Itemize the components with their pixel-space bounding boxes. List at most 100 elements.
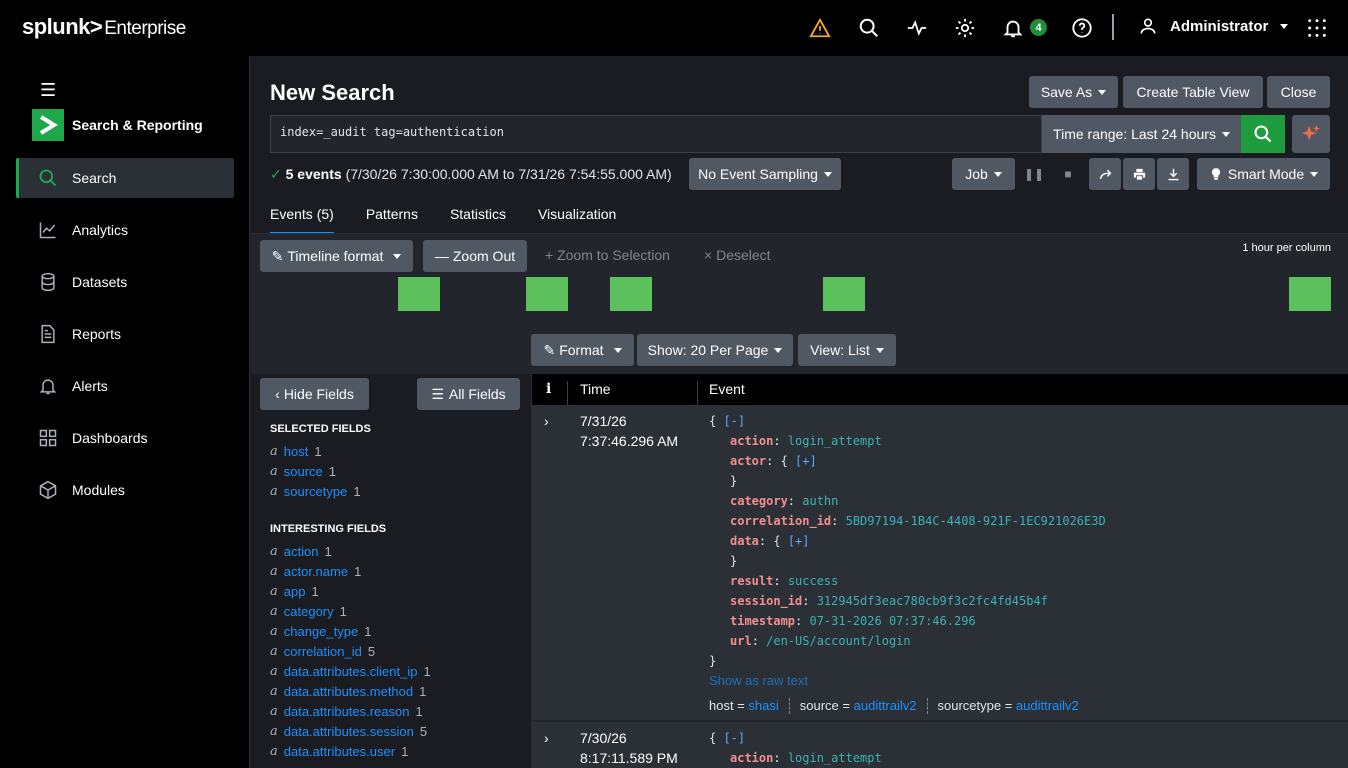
event-time: 7/30/26 8:17:11.589 PM	[580, 730, 678, 766]
sidebar-item-alerts[interactable]: Alerts	[16, 366, 234, 406]
create-table-view-button[interactable]: Create Table View	[1123, 76, 1263, 108]
export-icon[interactable]	[1157, 158, 1189, 190]
timeline-bar[interactable]	[1289, 277, 1331, 311]
timeline-bar[interactable]	[823, 277, 865, 311]
splunk-logo[interactable]: splunk> Enterprise	[22, 14, 186, 40]
chevron-right-icon[interactable]: ›	[544, 413, 549, 429]
field-item[interactable]: a correlation_id 5	[270, 644, 375, 659]
field-item[interactable]: a data.attributes.method 1	[270, 684, 426, 699]
field-item[interactable]: a category 1	[270, 604, 347, 619]
field-item[interactable]: a data.attributes.session 5	[270, 724, 427, 739]
top-bar: splunk> Enterprise 4 Administrator	[0, 0, 1348, 56]
check-icon: ✓	[270, 166, 282, 182]
time-range-picker[interactable]: Time range: Last 24 hours	[1042, 115, 1241, 153]
sidebar-item-reports[interactable]: Reports	[16, 314, 234, 354]
warning-icon[interactable]	[808, 16, 832, 40]
event-sampling-dropdown[interactable]: No Event Sampling	[689, 158, 841, 190]
collapse-toggle[interactable]: [-]	[723, 414, 745, 428]
timeline-bar[interactable]	[526, 277, 568, 311]
dashboard-icon	[39, 429, 57, 447]
database-icon	[41, 272, 55, 292]
interesting-fields-heading: INTERESTING FIELDS	[270, 523, 387, 535]
source-value[interactable]: audittrailv2	[854, 698, 917, 714]
search-mode-dropdown[interactable]: Smart Mode	[1197, 158, 1330, 190]
list-icon: ☰	[431, 385, 444, 402]
document-icon	[41, 324, 55, 344]
field-item[interactable]: a data.attributes.user 1	[270, 744, 408, 759]
field-item[interactable]: a actor.name 1	[270, 564, 361, 579]
sidebar-item-dashboards[interactable]: Dashboards	[16, 418, 234, 458]
zoom-out-button[interactable]: — Zoom Out	[423, 240, 527, 272]
stop-icon[interactable]: ■	[1055, 158, 1081, 190]
pause-icon[interactable]: ❚❚	[1021, 158, 1047, 190]
ai-assistant-button[interactable]	[1292, 115, 1330, 153]
timeline-bar[interactable]	[398, 277, 440, 311]
field-item[interactable]: a host 1	[270, 444, 322, 459]
zoom-to-selection-button[interactable]: + Zoom to Selection	[545, 247, 670, 263]
field-item[interactable]: a data.attributes.reason 1	[270, 704, 423, 719]
deselect-button[interactable]: × Deselect	[704, 247, 771, 263]
column-header-event[interactable]: Event	[709, 381, 745, 397]
column-header-time[interactable]: Time	[580, 381, 611, 397]
expand-toggle[interactable]: [+]	[795, 454, 817, 468]
field-item[interactable]: a change_type 1	[270, 624, 371, 639]
all-fields-button[interactable]: ☰ All Fields	[417, 378, 520, 410]
host-value[interactable]: shasi	[748, 698, 778, 714]
field-item[interactable]: a sourcetype 1	[270, 484, 361, 499]
apps-grid-icon[interactable]	[1305, 16, 1329, 40]
tab-visualization[interactable]: Visualization	[538, 206, 616, 235]
sidebar-item-analytics[interactable]: Analytics	[16, 210, 234, 250]
field-item[interactable]: a app 1	[270, 584, 319, 599]
print-icon[interactable]	[1123, 158, 1155, 190]
sidebar-item-label: Modules	[72, 482, 125, 498]
sidebar-item-label: Analytics	[72, 222, 129, 238]
search-icon[interactable]	[857, 16, 881, 40]
user-icon	[1140, 18, 1156, 34]
expand-toggle[interactable]: [+]	[788, 534, 810, 548]
event-json: { [-] action: login_attempt actor: { [+]…	[709, 414, 1106, 668]
minus-icon: —	[434, 248, 449, 264]
per-page-dropdown[interactable]: Show: 20 Per Page	[637, 334, 793, 366]
page-title: New Search	[270, 80, 395, 105]
chevron-right-icon[interactable]: ›	[544, 730, 549, 746]
timeline-format-button[interactable]: ✎ Timeline format	[260, 240, 413, 272]
notification-badge: 4	[1030, 19, 1047, 36]
close-button[interactable]: Close	[1267, 76, 1330, 108]
cube-icon	[39, 480, 57, 500]
hide-fields-button[interactable]: ‹ Hide Fields	[260, 378, 369, 410]
job-dropdown[interactable]: Job	[952, 158, 1015, 190]
sourcetype-value[interactable]: audittrailv2	[1016, 698, 1079, 714]
field-item[interactable]: a data.attributes.client_ip 1	[270, 664, 431, 679]
tab-patterns[interactable]: Patterns	[366, 206, 418, 235]
activity-icon[interactable]	[905, 16, 929, 40]
hamburger-icon[interactable]: ☰	[40, 80, 56, 101]
help-icon[interactable]	[1070, 16, 1094, 40]
column-header-info[interactable]: i	[546, 381, 551, 397]
field-item[interactable]: a source 1	[270, 464, 336, 479]
tab-statistics[interactable]: Statistics	[450, 206, 506, 235]
search-submit-button[interactable]	[1241, 115, 1285, 153]
search-input[interactable]: index=_audit tag=authentication	[270, 115, 1042, 153]
share-icon[interactable]	[1089, 158, 1121, 190]
lightbulb-icon	[1211, 168, 1220, 180]
timeline-bar[interactable]	[610, 277, 652, 311]
view-dropdown[interactable]: View: List	[798, 334, 896, 366]
sidebar-item-datasets[interactable]: Datasets	[16, 262, 234, 302]
format-button[interactable]: ✎ Format	[531, 334, 634, 366]
app-name: Search & Reporting	[72, 117, 203, 133]
events-table: i Time Event › 7/31/26 7:37:46.296 AM { …	[531, 374, 1348, 768]
bell-icon[interactable]	[1001, 16, 1025, 40]
save-as-button[interactable]: Save As	[1029, 76, 1118, 108]
collapse-toggle[interactable]: [-]	[723, 731, 745, 745]
sidebar-item-search[interactable]: Search	[16, 158, 234, 198]
field-item[interactable]: a action 1	[270, 544, 332, 559]
gear-icon[interactable]	[953, 16, 977, 40]
result-tabs: Events (5) Patterns Statistics Visualiza…	[270, 206, 616, 235]
app-header[interactable]: Search & Reporting	[32, 109, 203, 141]
show-raw-text-link[interactable]: Show as raw text	[709, 673, 808, 688]
sidebar-item-modules[interactable]: Modules	[16, 470, 234, 510]
user-menu[interactable]: Administrator	[1138, 16, 1289, 36]
event-metadata: host = shasi source = audittrailv2 sourc…	[709, 698, 1079, 714]
tab-events[interactable]: Events (5)	[270, 206, 334, 235]
table-header: i Time Event	[532, 374, 1348, 412]
